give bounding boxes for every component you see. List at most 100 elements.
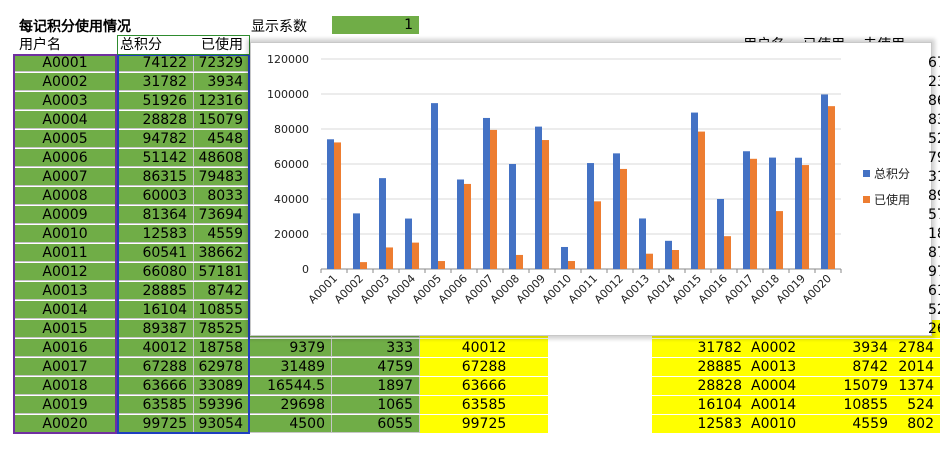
cell-value-b[interactable]: 1897 — [332, 377, 420, 395]
cell-used[interactable]: 79483 — [194, 168, 250, 186]
cell-aux-total[interactable]: 63585 — [420, 396, 548, 414]
cell-value-a[interactable]: 9379 — [250, 339, 332, 357]
chart-container[interactable]: 0 20000 40000 60000 80000 100000 120000 A0001 A0… — [250, 42, 932, 336]
cell-aux-total[interactable]: 67288 — [420, 358, 548, 376]
cell-rank-user[interactable]: A0013 — [748, 358, 818, 376]
cell-user[interactable]: A0008 — [14, 187, 117, 205]
cell-rank-user[interactable]: A0002 — [748, 339, 818, 357]
cell-used[interactable]: 8033 — [194, 187, 250, 205]
cell-right-edge[interactable]: 26 — [928, 320, 940, 338]
cell-total[interactable]: 12583 — [117, 225, 194, 243]
cell-user[interactable]: A0005 — [14, 130, 117, 148]
cell-value-a[interactable]: 29698 — [250, 396, 332, 414]
cell-used[interactable]: 10855 — [194, 301, 250, 319]
header-user[interactable]: 用户名 — [16, 36, 116, 54]
cell-total[interactable]: 31782 — [117, 73, 194, 91]
cell-user[interactable]: A0015 — [14, 320, 117, 338]
cell-rank-total[interactable]: 28885 — [652, 358, 748, 376]
cell-total[interactable]: 66080 — [117, 263, 194, 281]
cell-used[interactable]: 33089 — [194, 377, 250, 395]
cell-rank-total[interactable]: 31782 — [652, 339, 748, 357]
cell-total[interactable]: 94782 — [117, 130, 194, 148]
cell-total[interactable]: 60541 — [117, 244, 194, 262]
cell-rank-total[interactable]: 28828 — [652, 377, 748, 395]
cell-total[interactable]: 67288 — [117, 358, 194, 376]
cell-user[interactable]: A0011 — [14, 244, 117, 262]
header-used[interactable]: 已使用 — [194, 36, 250, 54]
cell-user[interactable]: A0006 — [14, 149, 117, 167]
cell-right-edge[interactable]: 52 — [928, 301, 940, 319]
cell-used[interactable]: 8742 — [194, 282, 250, 300]
cell-user[interactable]: A0013 — [14, 282, 117, 300]
cell-rank-used[interactable]: 10855 — [818, 396, 894, 414]
cell-value-a[interactable]: 4500 — [250, 415, 332, 433]
cell-used[interactable]: 12316 — [194, 92, 250, 110]
cell-right-edge[interactable]: 18 — [928, 225, 940, 243]
cell-used[interactable]: 78525 — [194, 320, 250, 338]
cell-rank-unused[interactable]: 1374 — [894, 377, 940, 395]
cell-user[interactable]: A0007 — [14, 168, 117, 186]
cell-used[interactable]: 62978 — [194, 358, 250, 376]
cell-used[interactable]: 59396 — [194, 396, 250, 414]
cell-right-edge[interactable]: 97 — [928, 263, 940, 281]
cell-right-edge[interactable]: 86 — [928, 92, 940, 110]
cell-value-b[interactable]: 333 — [332, 339, 420, 357]
cell-total[interactable]: 63585 — [117, 396, 194, 414]
cell-right-edge[interactable]: 23 — [928, 73, 940, 91]
cell-total[interactable]: 63666 — [117, 377, 194, 395]
cell-used[interactable]: 4559 — [194, 225, 250, 243]
cell-value-a[interactable]: 31489 — [250, 358, 332, 376]
cell-total[interactable]: 40012 — [117, 339, 194, 357]
cell-total[interactable]: 99725 — [117, 415, 194, 433]
cell-user[interactable]: A0004 — [14, 111, 117, 129]
cell-total[interactable]: 74122 — [117, 54, 194, 72]
cell-used[interactable]: 93054 — [194, 415, 250, 433]
cell-rank-user[interactable]: A0014 — [748, 396, 818, 414]
cell-total[interactable]: 86315 — [117, 168, 194, 186]
cell-user[interactable]: A0003 — [14, 92, 117, 110]
cell-used[interactable]: 57181 — [194, 263, 250, 281]
cell-right-edge[interactable]: 67 — [928, 54, 940, 72]
display-factor-label[interactable]: 显示系数 — [248, 18, 332, 36]
cell-value-a[interactable]: 16544.5 — [250, 377, 332, 395]
cell-right-edge[interactable]: 89 — [928, 187, 940, 205]
cell-total[interactable]: 51142 — [117, 149, 194, 167]
sheet-title[interactable]: 每记积分使用情况 — [16, 18, 216, 36]
cell-total[interactable]: 28828 — [117, 111, 194, 129]
cell-aux-total[interactable]: 40012 — [420, 339, 548, 357]
cell-used[interactable]: 72329 — [194, 54, 250, 72]
cell-value-b[interactable]: 6055 — [332, 415, 420, 433]
header-total[interactable]: 总积分 — [117, 36, 194, 54]
cell-rank-unused[interactable]: 2014 — [894, 358, 940, 376]
cell-total[interactable]: 16104 — [117, 301, 194, 319]
cell-rank-unused[interactable]: 802 — [894, 415, 940, 433]
cell-user[interactable]: A0019 — [14, 396, 117, 414]
cell-user[interactable]: A0014 — [14, 301, 117, 319]
cell-user[interactable]: A0002 — [14, 73, 117, 91]
cell-aux-total[interactable]: 63666 — [420, 377, 548, 395]
cell-used[interactable]: 18758 — [194, 339, 250, 357]
cell-value-b[interactable]: 1065 — [332, 396, 420, 414]
cell-total[interactable]: 89387 — [117, 320, 194, 338]
cell-right-edge[interactable]: 57 — [928, 206, 940, 224]
cell-rank-used[interactable]: 4559 — [818, 415, 894, 433]
cell-used[interactable]: 15079 — [194, 111, 250, 129]
cell-rank-user[interactable]: A0010 — [748, 415, 818, 433]
cell-used[interactable]: 73694 — [194, 206, 250, 224]
cell-user[interactable]: A0009 — [14, 206, 117, 224]
cell-rank-used[interactable]: 3934 — [818, 339, 894, 357]
cell-user[interactable]: A0018 — [14, 377, 117, 395]
cell-rank-user[interactable]: A0004 — [748, 377, 818, 395]
cell-user[interactable]: A0016 — [14, 339, 117, 357]
cell-rank-used[interactable]: 15079 — [818, 377, 894, 395]
cell-right-edge[interactable]: 61 — [928, 282, 940, 300]
cell-total[interactable]: 81364 — [117, 206, 194, 224]
cell-right-edge[interactable]: 52 — [928, 130, 940, 148]
cell-right-edge[interactable]: 31 — [928, 168, 940, 186]
cell-total[interactable]: 51926 — [117, 92, 194, 110]
cell-value-b[interactable]: 4759 — [332, 358, 420, 376]
cell-user[interactable]: A0017 — [14, 358, 117, 376]
cell-rank-used[interactable]: 8742 — [818, 358, 894, 376]
cell-user[interactable]: A0020 — [14, 415, 117, 433]
cell-right-edge[interactable]: 87 — [928, 244, 940, 262]
